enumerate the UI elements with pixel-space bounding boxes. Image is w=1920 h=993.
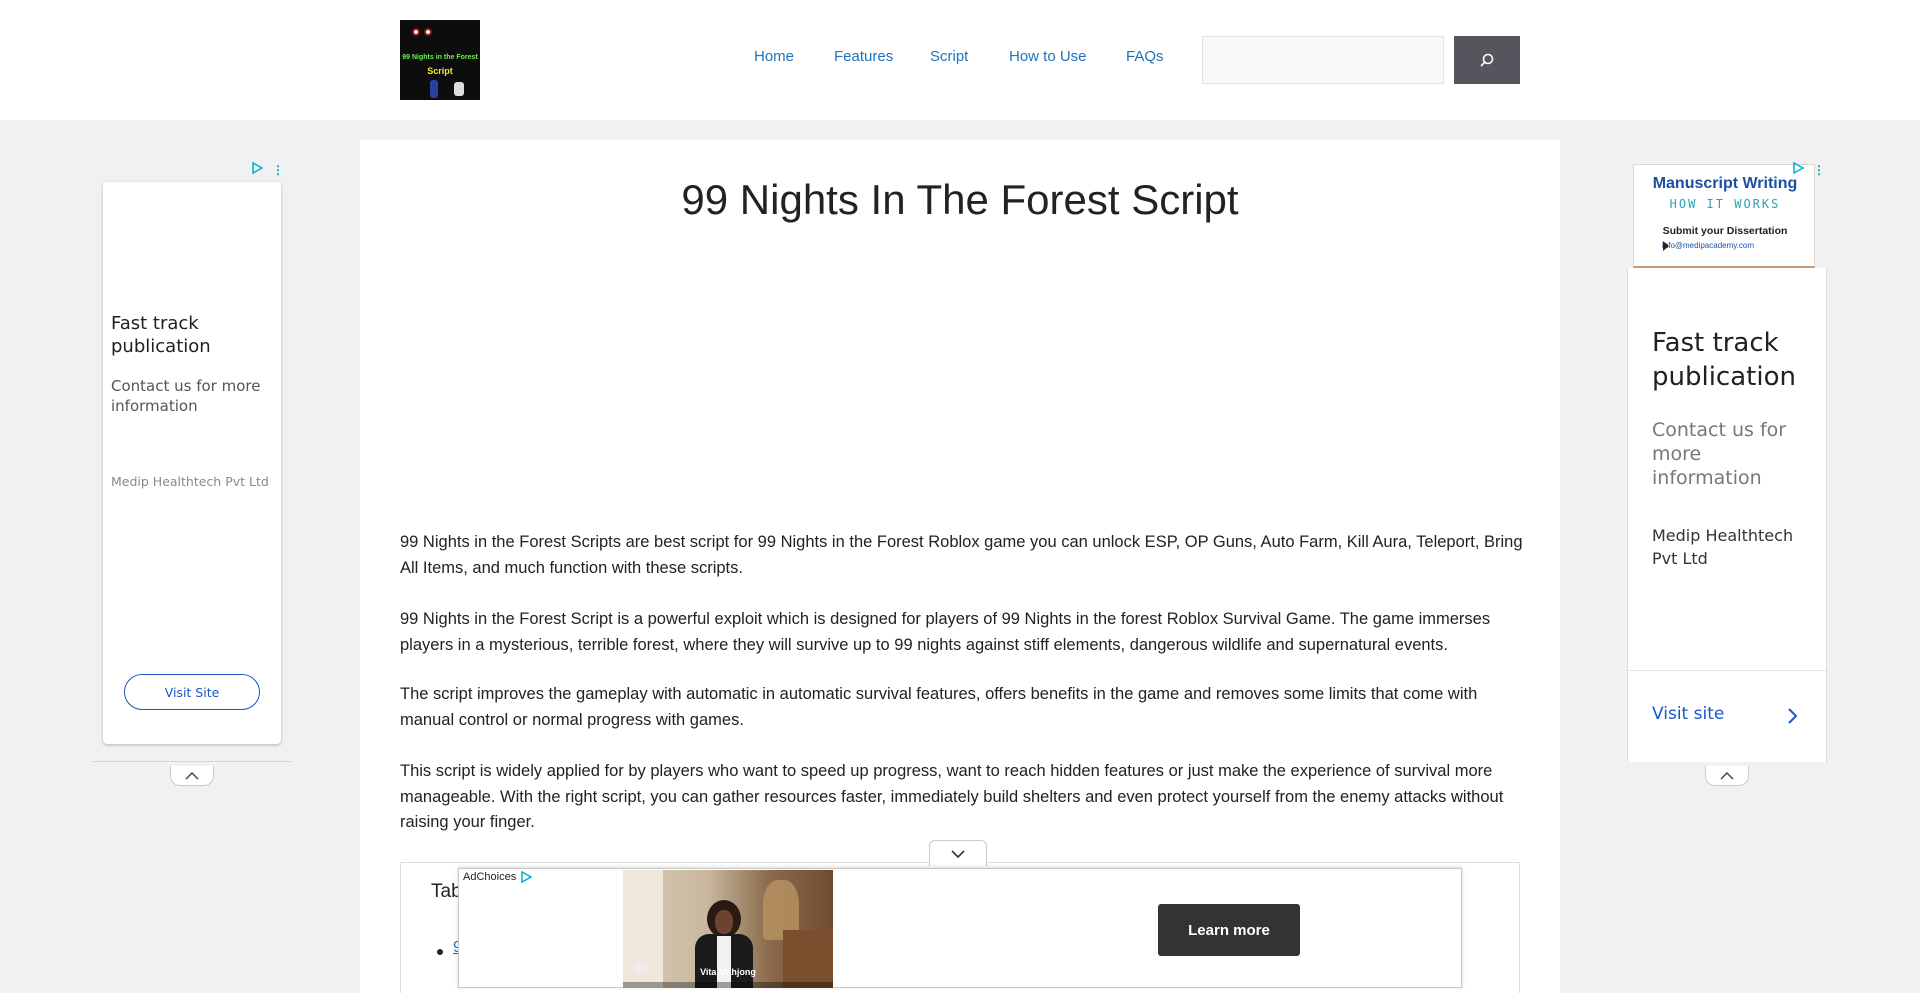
search-input[interactable] [1202,36,1444,84]
logo-creature-icon [410,22,436,46]
nav-faqs[interactable]: FAQs [1126,48,1164,65]
right-ad-banner[interactable]: Manuscript Writing HOW IT WORKS Submit y… [1633,164,1815,268]
article-paragraph: The script improves the gameplay with au… [400,685,1478,729]
search-button[interactable] [1454,36,1520,84]
toc-bullet [437,949,443,955]
adchoices-icon[interactable]: ⋮ [251,161,284,177]
ad-menu-icon[interactable]: ⋮ [1813,163,1825,177]
right-ad-banner-subtitle: HOW IT WORKS [1669,197,1781,211]
nav-script[interactable]: Script [930,48,968,65]
bottom-ad-toggle-button[interactable] [929,840,987,866]
play-icon [1663,241,1669,251]
left-ad-collapse-button[interactable] [170,766,214,786]
left-ad-headline: Fast track publication [111,313,211,357]
search-icon [1480,53,1494,67]
chevron-right-icon[interactable] [1786,707,1798,725]
right-ad-banner-title: Manuscript Writing [1652,175,1798,192]
adchoices-text: AdChoices [463,871,517,883]
left-ad-body: Contact us for more information [111,377,261,415]
logo-figure-icon [430,80,438,98]
site-logo[interactable]: 99 Nights in the Forest Script [400,20,480,100]
right-ad-banner-line: Submit your Dissertation [1662,225,1788,237]
site-header: 99 Nights in the Forest Script Home Feat… [0,0,1920,120]
video-caption: Vita Mahjong [700,967,756,977]
nav-home[interactable]: Home [754,48,794,65]
ad-menu-icon[interactable]: ⋮ [272,163,284,177]
right-ad-visit-link[interactable]: Visit site [1652,704,1724,724]
right-ad-headline: Fast track publication [1652,328,1796,392]
left-sidebar-ad: ⋮ Fast track publication Contact us for … [92,161,292,762]
nav-features[interactable]: Features [834,48,893,65]
article-paragraph: 99 Nights in the Forest Script is a powe… [400,610,1491,654]
right-sidebar-ad: Manuscript Writing HOW IT WORKS Submit y… [1627,161,1827,762]
article-paragraph: This script is widely applied for by pla… [400,762,1504,831]
right-ad-collapse-button[interactable] [1705,766,1749,786]
left-ad-card[interactable]: Fast track publication Contact us for mo… [103,182,281,744]
right-ad-advertiser: Medip Healthtech Pvt Ltd [1652,526,1794,568]
ad-video[interactable]: Vita Mahjong [623,870,833,988]
left-ad-visit-button[interactable]: Visit Site [124,674,260,710]
right-ad-card[interactable]: Fast track publication Contact us for mo… [1627,268,1827,762]
bottom-sticky-ad[interactable]: AdChoices Vita Mahjong Learn more [458,868,1462,988]
learn-more-button[interactable]: Learn more [1158,904,1300,956]
chevron-up-icon [1720,771,1734,780]
right-ad-body: Contact us for more information [1652,419,1787,489]
right-ad-banner-email: info@medipacademy.com [1662,241,1755,250]
logo-text-line1: 99 Nights in the Forest [402,54,478,61]
left-ad-advertiser: Medip Healthtech Pvt Ltd [111,474,269,489]
logo-text-line2: Script [427,66,453,76]
adchoices-icon [521,871,533,883]
nav-how-to-use[interactable]: How to Use [1009,48,1087,65]
adchoices-icon[interactable]: ⋮ [1792,161,1825,177]
adchoices-label[interactable]: AdChoices [463,871,533,883]
chevron-up-icon [185,771,199,780]
chevron-down-icon [951,849,965,858]
article-paragraph: 99 Nights in the Forest Scripts are best… [400,533,1523,577]
page-title: 99 Nights In The Forest Script [681,176,1239,223]
logo-figure-icon [454,82,464,96]
